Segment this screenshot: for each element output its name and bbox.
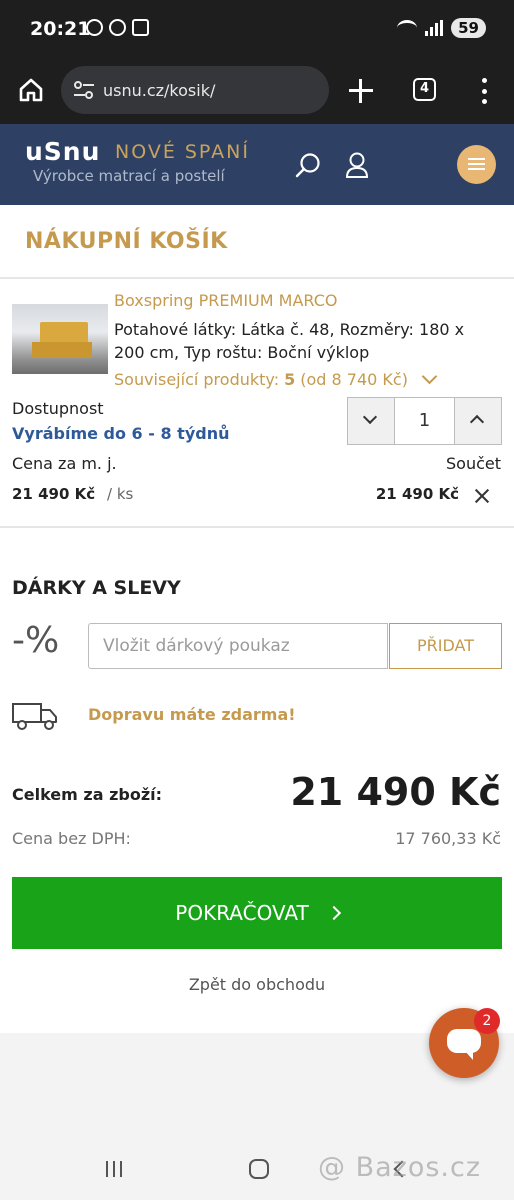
chevron-down-icon <box>362 409 378 425</box>
quantity-input[interactable]: 1 <box>394 398 455 444</box>
product-image[interactable] <box>12 304 108 374</box>
continue-label: POKRAČOVAT <box>175 901 309 925</box>
search-icon[interactable] <box>295 152 321 178</box>
site-subline: Výrobce matrací a postelí <box>33 167 225 185</box>
product-name-link[interactable]: Boxspring PREMIUM MARCO <box>114 291 337 310</box>
divider <box>0 277 514 279</box>
total-value: 21 490 Kč <box>290 770 501 814</box>
availability-label: Dostupnost <box>12 399 104 418</box>
gifts-title: DÁRKY A SLEVY <box>12 577 181 599</box>
quantity-stepper: 1 <box>347 397 502 445</box>
menu-button[interactable] <box>457 145 496 184</box>
home-button[interactable] <box>249 1159 269 1179</box>
site-tagline: NOVÉ SPANÍ <box>115 141 250 163</box>
total-label: Celkem za zboží: <box>12 785 163 804</box>
cart-content: NÁKUPNÍ KOŠÍK Boxspring PREMIUM MARCO Po… <box>0 205 514 1033</box>
signal-icon <box>425 20 444 36</box>
truck-icon <box>12 703 57 730</box>
url-text: usnu.cz/kosik/ <box>103 80 216 100</box>
price-without-vat-value: 17 760,33 Kč <box>395 829 501 848</box>
tune-icon[interactable] <box>73 80 95 100</box>
battery-indicator: 59 <box>451 18 486 38</box>
more-menu-button[interactable] <box>478 78 490 104</box>
voucher-input[interactable] <box>88 623 388 669</box>
related-label: Související produkty: <box>114 370 280 389</box>
quantity-increase-button[interactable] <box>455 398 501 444</box>
unit-price: 21 490 Kč <box>12 485 96 503</box>
address-bar[interactable]: usnu.cz/kosik/ <box>61 66 329 114</box>
user-icon[interactable] <box>344 151 370 179</box>
watermark: @ Bazos.cz <box>318 1152 482 1183</box>
status-time: 20:21 <box>30 18 91 40</box>
quantity-decrease-button[interactable] <box>348 398 394 444</box>
price-without-vat-label: Cena bez DPH: <box>12 829 131 848</box>
product-description: Potahové látky: Látka č. 48, Rozměry: 18… <box>114 320 465 362</box>
related-count: 5 <box>284 370 296 389</box>
screenshot-icon <box>132 19 149 36</box>
recents-button[interactable] <box>106 1161 122 1177</box>
free-shipping-note: Dopravu máte zdarma! <box>88 705 296 724</box>
home-icon[interactable] <box>17 76 45 104</box>
site-header: uSnu NOVÉ SPANÍ Výrobce matrací a postel… <box>0 124 514 205</box>
sum-label: Součet <box>446 454 501 473</box>
continue-button[interactable]: POKRAČOVAT <box>12 877 502 949</box>
related-products-toggle[interactable]: Související produkty: 5 (od 8 740 Kč) <box>114 368 438 389</box>
chevron-up-icon <box>469 414 485 430</box>
tabs-button[interactable]: 4 <box>413 78 436 101</box>
remove-item-button[interactable] <box>474 488 490 504</box>
notification-icons <box>86 19 149 36</box>
add-voucher-button[interactable]: PŘIDAT <box>389 623 502 669</box>
related-from: (od 8 740 Kč) <box>300 370 408 389</box>
notification-icon <box>109 19 126 36</box>
divider <box>0 526 514 528</box>
unit-suffix: / ks <box>107 485 134 503</box>
chevron-right-icon <box>326 905 341 921</box>
availability-value: Vyrábíme do 6 - 8 týdnů <box>12 424 230 443</box>
back-to-shop-link[interactable]: Zpět do obchodu <box>0 975 514 994</box>
sum-price: 21 490 Kč <box>375 485 459 503</box>
status-right: 59 <box>397 18 486 38</box>
status-bar: 20:21 59 <box>0 0 514 58</box>
page-title: NÁKUPNÍ KOŠÍK <box>25 229 228 254</box>
browser-toolbar: usnu.cz/kosik/ 4 <box>0 58 514 124</box>
whatsapp-icon <box>86 19 103 36</box>
chat-icon <box>447 1029 481 1060</box>
new-tab-button[interactable] <box>348 78 374 104</box>
unit-price-label: Cena za m. j. <box>12 454 117 473</box>
wifi-icon <box>397 20 418 36</box>
chevron-down-icon <box>421 368 438 385</box>
site-logo[interactable]: uSnu <box>25 137 100 166</box>
chat-badge: 2 <box>474 1008 500 1034</box>
percent-icon: -% <box>12 620 60 661</box>
